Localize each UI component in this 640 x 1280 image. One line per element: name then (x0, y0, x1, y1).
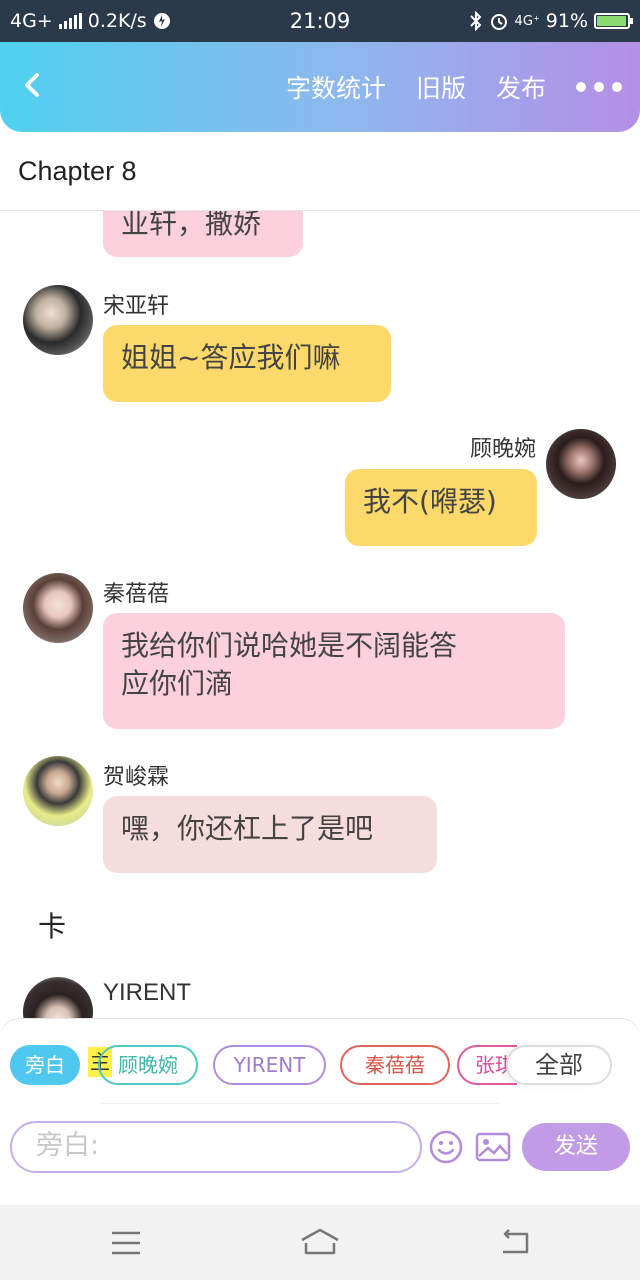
role-chip-qin-beibei[interactable]: 秦蓓蓓 (340, 1045, 450, 1085)
message-text: 业轩，撒娇 (121, 211, 262, 240)
avatar[interactable] (23, 285, 93, 355)
role-chip-narration[interactable]: 旁白 (10, 1045, 80, 1085)
speaker-name: 宋亚轩 (103, 294, 170, 319)
speaker-name: YIRENT (103, 979, 192, 1006)
signal-label: 4G⁺ (514, 13, 540, 29)
avatar[interactable] (23, 977, 93, 1018)
input-row: 旁白: 发送 (10, 1121, 630, 1173)
divider (100, 1103, 500, 1104)
back-icon[interactable] (499, 1228, 531, 1256)
message-bubble[interactable]: 姐姐~答应我们嘛 (103, 325, 391, 402)
speaker-name: 顾晚婉 (469, 437, 536, 462)
message-text: 我不(嘚瑟) (363, 485, 497, 518)
role-chip-gu-wanwan[interactable]: 顾晚婉 (98, 1045, 198, 1085)
message-input[interactable]: 旁白: (10, 1121, 422, 1173)
system-navigation-bar (0, 1205, 640, 1280)
menu-icon[interactable] (110, 1230, 142, 1256)
message-bubble[interactable]: 业轩，撒娇 (103, 211, 303, 257)
speaker-name: 贺峻霖 (103, 765, 170, 790)
battery-icon (594, 13, 633, 29)
message-bubble[interactable]: 我不(嘚瑟) (345, 469, 537, 546)
alarm-icon (490, 14, 507, 30)
publish-button[interactable]: 发布 (496, 69, 546, 105)
message-text: 我给你们说哈她是不阔能答 (121, 629, 458, 662)
message-text: 应你们滴 (121, 667, 234, 700)
status-bar: 4G+ 0.2K/s 21:09 4G⁺ 91% (0, 0, 640, 42)
message-text: 姐姐~答应我们嘛 (121, 341, 341, 374)
home-icon[interactable] (298, 1227, 342, 1257)
avatar[interactable] (546, 429, 616, 499)
more-dots-icon[interactable] (576, 82, 622, 92)
avatar[interactable] (23, 573, 93, 643)
message-bubble[interactable]: 嘿，你还杠上了是吧 (103, 796, 437, 873)
message-bubble[interactable]: 我给你们说哈她是不阔能答 应你们滴 (103, 613, 565, 729)
avatar[interactable] (23, 756, 93, 826)
top-navigation-bar: 字数统计 旧版 发布 (0, 42, 640, 132)
role-selector: 旁白 主 顾晚婉 YIRENT 秦蓓蓓 张琪 全部 (10, 1045, 630, 1089)
word-count-button[interactable]: 字数统计 (286, 69, 386, 105)
role-chip-yirent[interactable]: YIRENT (213, 1045, 326, 1085)
role-chip-all[interactable]: 全部 (506, 1045, 612, 1085)
battery-percent: 91% (545, 10, 588, 32)
bluetooth-icon (469, 11, 481, 31)
speaker-name: 秦蓓蓓 (103, 582, 170, 607)
editor-panel: 旁白 主 顾晚婉 YIRENT 秦蓓蓓 张琪 全部 旁白: 发送 (0, 1018, 640, 1181)
send-button[interactable]: 发送 (522, 1123, 630, 1171)
image-icon[interactable] (475, 1132, 511, 1162)
chat-feed[interactable]: 业轩，撒娇 宋亚轩 姐姐~答应我们嘛 顾晚婉 我不(嘚瑟) 秦蓓蓓 我给你们说哈… (0, 211, 640, 1018)
narration-text[interactable]: 卡 (38, 905, 66, 945)
old-version-button[interactable]: 旧版 (416, 69, 466, 105)
chevron-left-icon[interactable] (18, 70, 48, 100)
emoji-icon[interactable] (429, 1130, 463, 1164)
chapter-title: Chapter 8 (18, 156, 137, 186)
message-text: 嘿，你还杠上了是吧 (121, 812, 374, 845)
